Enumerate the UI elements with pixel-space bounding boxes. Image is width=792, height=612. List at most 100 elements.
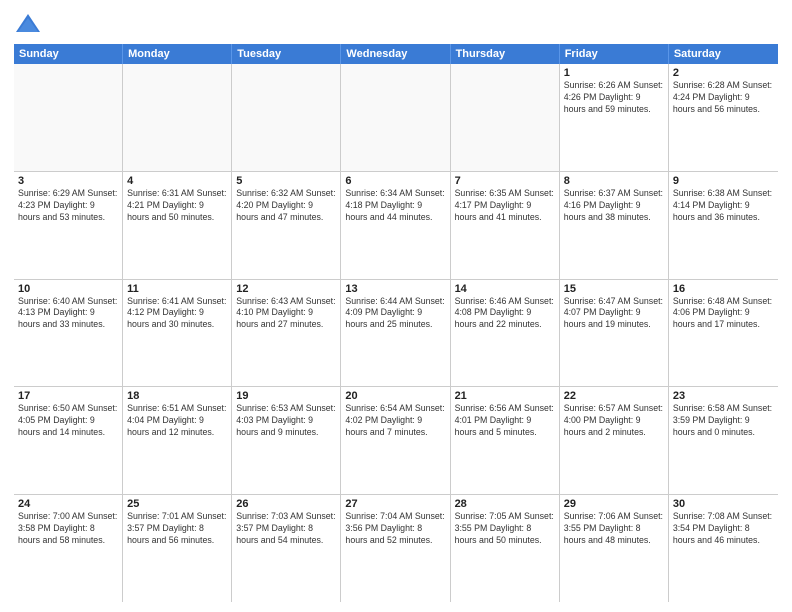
empty-cell xyxy=(451,64,560,171)
header xyxy=(14,10,778,38)
day-number: 5 xyxy=(236,175,336,187)
day-number: 28 xyxy=(455,498,555,510)
calendar: SundayMondayTuesdayWednesdayThursdayFrid… xyxy=(14,44,778,602)
day-number: 29 xyxy=(564,498,664,510)
day-cell-14: 14Sunrise: 6:46 AM Sunset: 4:08 PM Dayli… xyxy=(451,280,560,387)
day-number: 7 xyxy=(455,175,555,187)
week-row-1: 1Sunrise: 6:26 AM Sunset: 4:26 PM Daylig… xyxy=(14,64,778,172)
day-detail: Sunrise: 6:35 AM Sunset: 4:17 PM Dayligh… xyxy=(455,188,555,224)
day-detail: Sunrise: 7:06 AM Sunset: 3:55 PM Dayligh… xyxy=(564,511,664,547)
day-header-tuesday: Tuesday xyxy=(232,44,341,64)
empty-cell xyxy=(341,64,450,171)
day-number: 15 xyxy=(564,283,664,295)
day-cell-5: 5Sunrise: 6:32 AM Sunset: 4:20 PM Daylig… xyxy=(232,172,341,279)
day-cell-24: 24Sunrise: 7:00 AM Sunset: 3:58 PM Dayli… xyxy=(14,495,123,602)
day-detail: Sunrise: 6:29 AM Sunset: 4:23 PM Dayligh… xyxy=(18,188,118,224)
day-number: 27 xyxy=(345,498,445,510)
day-header-saturday: Saturday xyxy=(669,44,778,64)
day-detail: Sunrise: 6:37 AM Sunset: 4:16 PM Dayligh… xyxy=(564,188,664,224)
week-row-2: 3Sunrise: 6:29 AM Sunset: 4:23 PM Daylig… xyxy=(14,172,778,280)
day-detail: Sunrise: 6:38 AM Sunset: 4:14 PM Dayligh… xyxy=(673,188,774,224)
empty-cell xyxy=(14,64,123,171)
calendar-header: SundayMondayTuesdayWednesdayThursdayFrid… xyxy=(14,44,778,64)
day-header-friday: Friday xyxy=(560,44,669,64)
day-cell-2: 2Sunrise: 6:28 AM Sunset: 4:24 PM Daylig… xyxy=(669,64,778,171)
day-number: 14 xyxy=(455,283,555,295)
day-detail: Sunrise: 6:34 AM Sunset: 4:18 PM Dayligh… xyxy=(345,188,445,224)
day-number: 6 xyxy=(345,175,445,187)
empty-cell xyxy=(232,64,341,171)
day-cell-18: 18Sunrise: 6:51 AM Sunset: 4:04 PM Dayli… xyxy=(123,387,232,494)
day-number: 16 xyxy=(673,283,774,295)
day-cell-3: 3Sunrise: 6:29 AM Sunset: 4:23 PM Daylig… xyxy=(14,172,123,279)
day-cell-26: 26Sunrise: 7:03 AM Sunset: 3:57 PM Dayli… xyxy=(232,495,341,602)
day-cell-29: 29Sunrise: 7:06 AM Sunset: 3:55 PM Dayli… xyxy=(560,495,669,602)
day-detail: Sunrise: 7:08 AM Sunset: 3:54 PM Dayligh… xyxy=(673,511,774,547)
logo-icon xyxy=(14,10,42,38)
day-cell-28: 28Sunrise: 7:05 AM Sunset: 3:55 PM Dayli… xyxy=(451,495,560,602)
day-cell-12: 12Sunrise: 6:43 AM Sunset: 4:10 PM Dayli… xyxy=(232,280,341,387)
day-detail: Sunrise: 6:46 AM Sunset: 4:08 PM Dayligh… xyxy=(455,296,555,332)
day-detail: Sunrise: 6:50 AM Sunset: 4:05 PM Dayligh… xyxy=(18,403,118,439)
day-header-monday: Monday xyxy=(123,44,232,64)
day-cell-21: 21Sunrise: 6:56 AM Sunset: 4:01 PM Dayli… xyxy=(451,387,560,494)
day-number: 24 xyxy=(18,498,118,510)
day-detail: Sunrise: 6:58 AM Sunset: 3:59 PM Dayligh… xyxy=(673,403,774,439)
day-cell-1: 1Sunrise: 6:26 AM Sunset: 4:26 PM Daylig… xyxy=(560,64,669,171)
day-cell-10: 10Sunrise: 6:40 AM Sunset: 4:13 PM Dayli… xyxy=(14,280,123,387)
day-cell-15: 15Sunrise: 6:47 AM Sunset: 4:07 PM Dayli… xyxy=(560,280,669,387)
day-detail: Sunrise: 6:57 AM Sunset: 4:00 PM Dayligh… xyxy=(564,403,664,439)
day-number: 2 xyxy=(673,67,774,79)
day-number: 19 xyxy=(236,390,336,402)
day-number: 18 xyxy=(127,390,227,402)
day-cell-4: 4Sunrise: 6:31 AM Sunset: 4:21 PM Daylig… xyxy=(123,172,232,279)
day-cell-7: 7Sunrise: 6:35 AM Sunset: 4:17 PM Daylig… xyxy=(451,172,560,279)
day-cell-11: 11Sunrise: 6:41 AM Sunset: 4:12 PM Dayli… xyxy=(123,280,232,387)
day-number: 10 xyxy=(18,283,118,295)
day-detail: Sunrise: 6:40 AM Sunset: 4:13 PM Dayligh… xyxy=(18,296,118,332)
day-cell-6: 6Sunrise: 6:34 AM Sunset: 4:18 PM Daylig… xyxy=(341,172,450,279)
day-detail: Sunrise: 6:48 AM Sunset: 4:06 PM Dayligh… xyxy=(673,296,774,332)
day-detail: Sunrise: 7:01 AM Sunset: 3:57 PM Dayligh… xyxy=(127,511,227,547)
day-header-thursday: Thursday xyxy=(451,44,560,64)
logo xyxy=(14,10,46,38)
day-number: 21 xyxy=(455,390,555,402)
day-number: 17 xyxy=(18,390,118,402)
day-cell-8: 8Sunrise: 6:37 AM Sunset: 4:16 PM Daylig… xyxy=(560,172,669,279)
day-cell-25: 25Sunrise: 7:01 AM Sunset: 3:57 PM Dayli… xyxy=(123,495,232,602)
day-number: 22 xyxy=(564,390,664,402)
day-number: 30 xyxy=(673,498,774,510)
day-detail: Sunrise: 6:47 AM Sunset: 4:07 PM Dayligh… xyxy=(564,296,664,332)
day-detail: Sunrise: 6:44 AM Sunset: 4:09 PM Dayligh… xyxy=(345,296,445,332)
day-number: 8 xyxy=(564,175,664,187)
day-detail: Sunrise: 6:51 AM Sunset: 4:04 PM Dayligh… xyxy=(127,403,227,439)
day-detail: Sunrise: 7:03 AM Sunset: 3:57 PM Dayligh… xyxy=(236,511,336,547)
day-detail: Sunrise: 6:28 AM Sunset: 4:24 PM Dayligh… xyxy=(673,80,774,116)
day-number: 3 xyxy=(18,175,118,187)
calendar-body: 1Sunrise: 6:26 AM Sunset: 4:26 PM Daylig… xyxy=(14,64,778,602)
day-number: 12 xyxy=(236,283,336,295)
day-number: 13 xyxy=(345,283,445,295)
day-number: 23 xyxy=(673,390,774,402)
day-cell-16: 16Sunrise: 6:48 AM Sunset: 4:06 PM Dayli… xyxy=(669,280,778,387)
day-detail: Sunrise: 6:56 AM Sunset: 4:01 PM Dayligh… xyxy=(455,403,555,439)
day-cell-9: 9Sunrise: 6:38 AM Sunset: 4:14 PM Daylig… xyxy=(669,172,778,279)
day-detail: Sunrise: 6:26 AM Sunset: 4:26 PM Dayligh… xyxy=(564,80,664,116)
day-cell-20: 20Sunrise: 6:54 AM Sunset: 4:02 PM Dayli… xyxy=(341,387,450,494)
page: SundayMondayTuesdayWednesdayThursdayFrid… xyxy=(0,0,792,612)
day-detail: Sunrise: 6:43 AM Sunset: 4:10 PM Dayligh… xyxy=(236,296,336,332)
day-number: 20 xyxy=(345,390,445,402)
day-detail: Sunrise: 6:31 AM Sunset: 4:21 PM Dayligh… xyxy=(127,188,227,224)
day-number: 25 xyxy=(127,498,227,510)
day-header-wednesday: Wednesday xyxy=(341,44,450,64)
day-number: 4 xyxy=(127,175,227,187)
week-row-3: 10Sunrise: 6:40 AM Sunset: 4:13 PM Dayli… xyxy=(14,280,778,388)
day-number: 1 xyxy=(564,67,664,79)
empty-cell xyxy=(123,64,232,171)
day-detail: Sunrise: 6:41 AM Sunset: 4:12 PM Dayligh… xyxy=(127,296,227,332)
day-detail: Sunrise: 6:54 AM Sunset: 4:02 PM Dayligh… xyxy=(345,403,445,439)
day-detail: Sunrise: 6:32 AM Sunset: 4:20 PM Dayligh… xyxy=(236,188,336,224)
day-cell-19: 19Sunrise: 6:53 AM Sunset: 4:03 PM Dayli… xyxy=(232,387,341,494)
day-detail: Sunrise: 7:04 AM Sunset: 3:56 PM Dayligh… xyxy=(345,511,445,547)
week-row-4: 17Sunrise: 6:50 AM Sunset: 4:05 PM Dayli… xyxy=(14,387,778,495)
